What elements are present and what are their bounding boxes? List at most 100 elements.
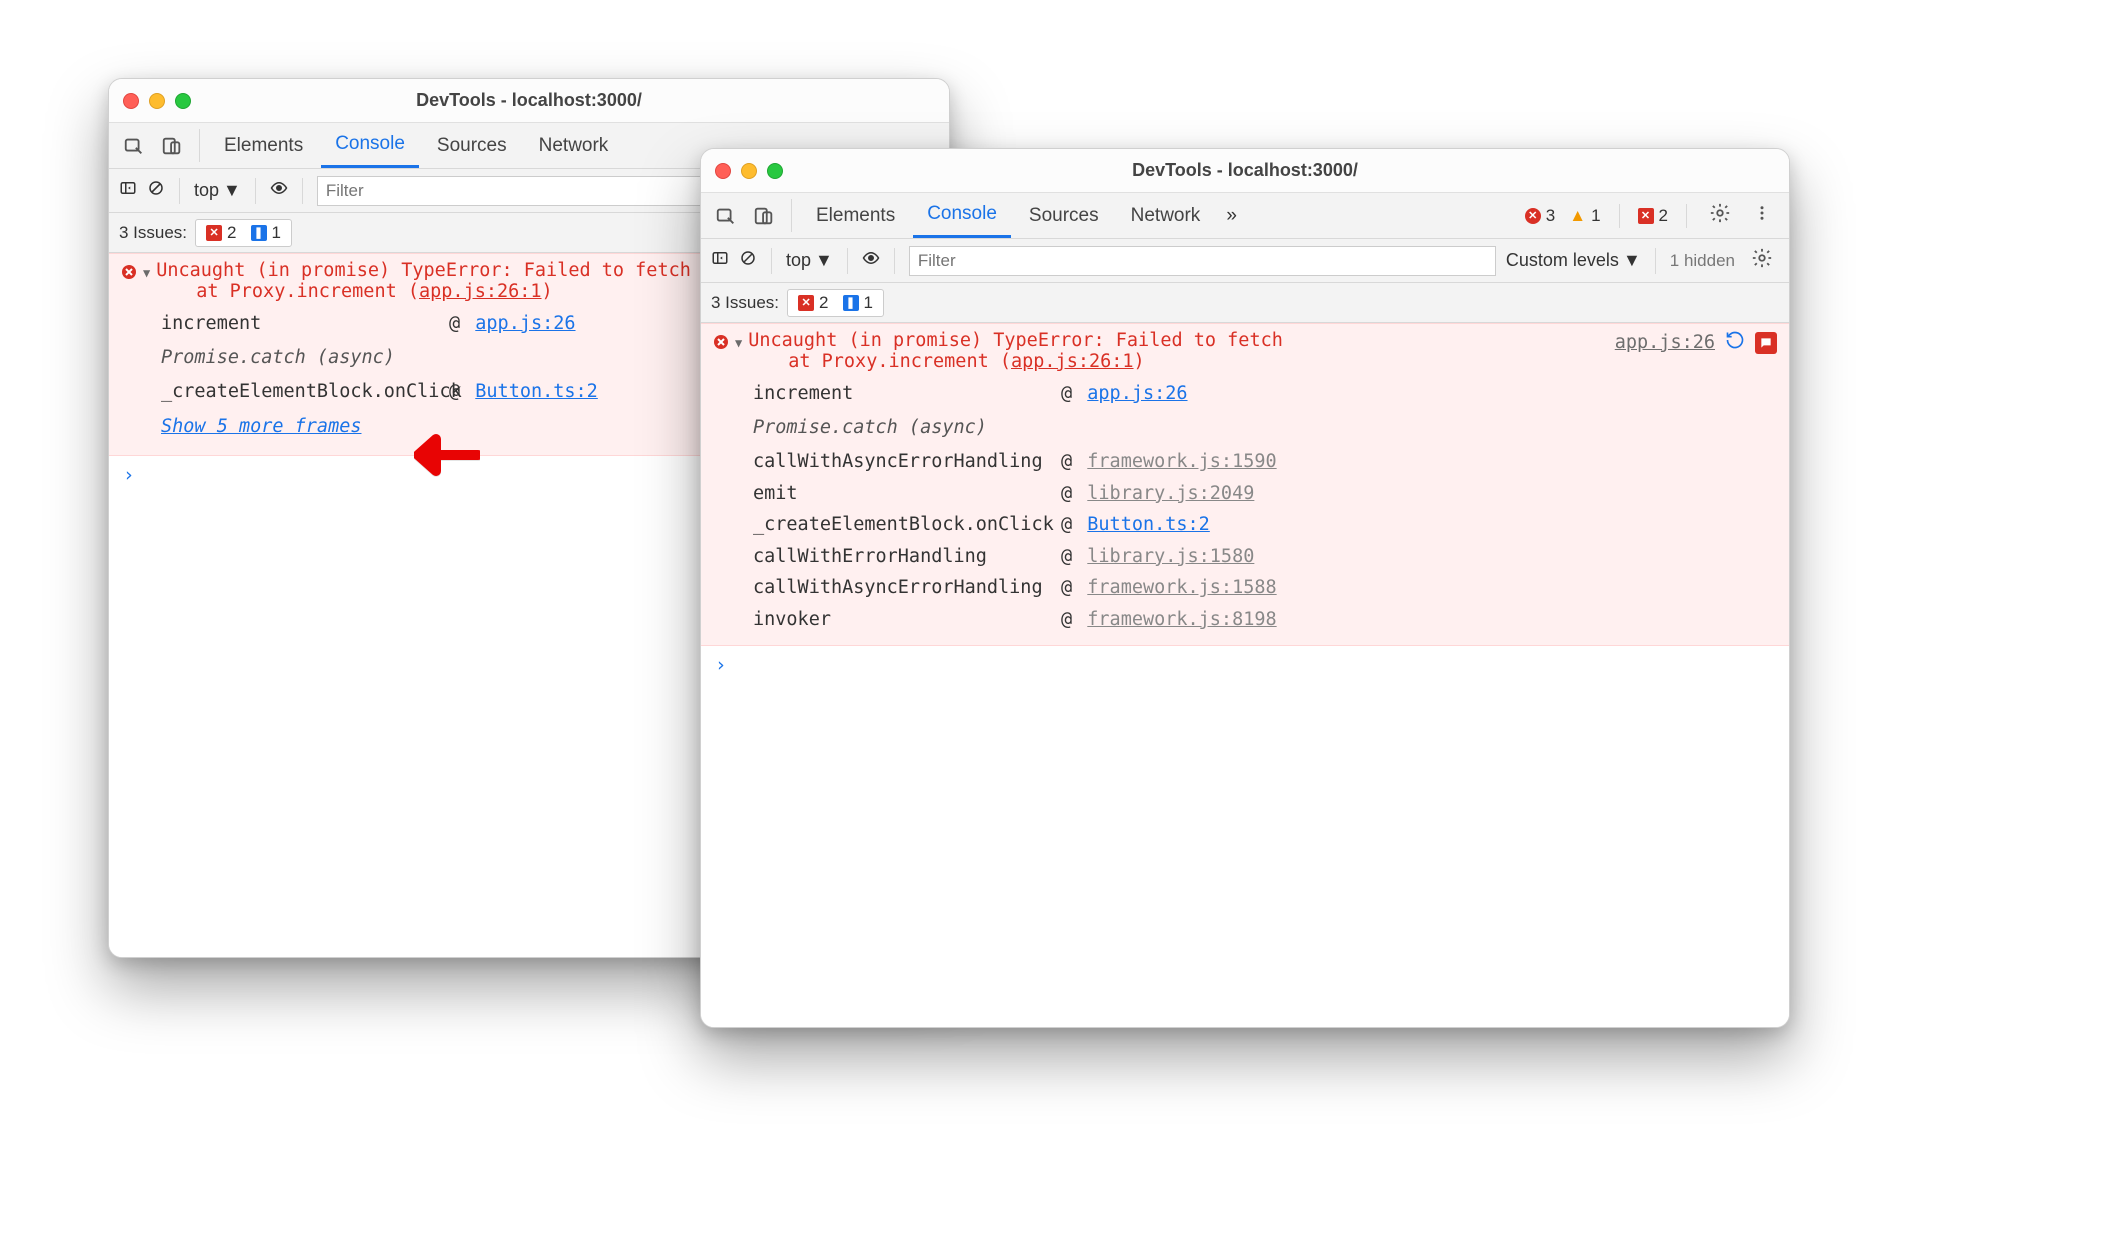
zoom-window-button[interactable] bbox=[175, 93, 191, 109]
issues-info: 1 bbox=[272, 223, 281, 243]
console-settings-icon[interactable] bbox=[1745, 247, 1779, 274]
stack-frame-fn: invoker bbox=[753, 604, 1053, 635]
window-title: DevTools - localhost:3000/ bbox=[109, 90, 949, 111]
console-output: ▼ Uncaught (in promise) TypeError: Faile… bbox=[701, 323, 1789, 1027]
log-levels-selector[interactable]: Custom levels ▼ bbox=[1506, 250, 1641, 271]
info-badge-icon: ❚ bbox=[251, 225, 267, 241]
tab-sources[interactable]: Sources bbox=[423, 123, 521, 168]
stack-frame-loc: @ library.js:2049 bbox=[1061, 478, 1777, 509]
stack-frame-fn: callWithErrorHandling bbox=[753, 541, 1053, 572]
info-badge-icon: ❚ bbox=[843, 295, 859, 311]
titlebar: DevTools - localhost:3000/ bbox=[109, 79, 949, 123]
stack-frame: _createElementBlock.onClick@ Button.ts:2 bbox=[753, 509, 1777, 540]
filter-input[interactable] bbox=[909, 246, 1496, 276]
disclosure-triangle[interactable]: ▼ bbox=[143, 266, 150, 280]
source-link[interactable]: app.js:26 bbox=[1087, 383, 1187, 404]
disclosure-triangle[interactable]: ▼ bbox=[735, 336, 742, 350]
stack-frame: increment @ app.js:26 bbox=[753, 378, 1777, 409]
panel-tabs: Elements Console Sources Network » ✕3 ▲1… bbox=[701, 193, 1789, 239]
console-toolbar: top ▼ Custom levels ▼ 1 hidden bbox=[701, 239, 1789, 283]
stack-frame: callWithAsyncErrorHandling@ framework.js… bbox=[753, 446, 1777, 477]
error-at-loc[interactable]: app.js:26:1 bbox=[1011, 351, 1134, 372]
feedback-icon[interactable] bbox=[1755, 332, 1777, 354]
device-toggle-icon[interactable] bbox=[155, 123, 189, 168]
stack-frame-loc: @ app.js:26 bbox=[1061, 378, 1777, 409]
error-circle-icon: ✕ bbox=[1525, 208, 1541, 224]
reload-icon[interactable] bbox=[1725, 330, 1745, 355]
console-prompt[interactable]: › bbox=[701, 646, 1789, 684]
issues-bar: 3 Issues: ✕2 ❚1 bbox=[701, 283, 1789, 323]
window-controls bbox=[123, 93, 191, 109]
stack-frame-fn: _createElementBlock.onClick bbox=[161, 376, 441, 407]
errors-badge[interactable]: ✕3 bbox=[1523, 205, 1557, 227]
stack-frame-fn: increment bbox=[753, 378, 1053, 409]
context-selector[interactable]: top ▼ bbox=[194, 180, 241, 201]
issues-badge[interactable]: ✕2 bbox=[1636, 205, 1670, 227]
async-boundary: Promise.catch (async) bbox=[753, 409, 1777, 446]
inspect-icon[interactable] bbox=[117, 123, 151, 168]
source-link[interactable]: framework.js:1588 bbox=[1087, 577, 1276, 598]
error-at-line: at Proxy.increment (app.js:26:1) bbox=[156, 281, 691, 302]
chevron-down-icon: ▼ bbox=[815, 250, 833, 271]
stack-frame-fn: callWithAsyncErrorHandling bbox=[753, 446, 1053, 477]
tab-elements[interactable]: Elements bbox=[210, 123, 317, 168]
tab-elements[interactable]: Elements bbox=[802, 193, 909, 238]
show-more-frames-link[interactable]: Show 5 more frames bbox=[121, 408, 361, 445]
error-badge-icon: ✕ bbox=[1638, 208, 1654, 224]
source-link[interactable]: framework.js:8198 bbox=[1087, 609, 1276, 630]
stack-frame-loc: @ framework.js:8198 bbox=[1061, 604, 1777, 635]
tab-network[interactable]: Network bbox=[525, 123, 623, 168]
source-link[interactable]: framework.js:1590 bbox=[1087, 451, 1276, 472]
hidden-count[interactable]: 1 hidden bbox=[1670, 251, 1735, 271]
chevron-down-icon: ▼ bbox=[223, 180, 241, 201]
tab-console[interactable]: Console bbox=[913, 193, 1011, 238]
error-badge-icon: ✕ bbox=[798, 295, 814, 311]
stack-frame: invoker @ framework.js:8198 bbox=[753, 604, 1777, 635]
warnings-badge[interactable]: ▲1 bbox=[1567, 205, 1602, 227]
context-label: top bbox=[194, 180, 219, 201]
toggle-sidebar-icon[interactable] bbox=[119, 179, 137, 202]
more-tabs-button[interactable]: » bbox=[1218, 193, 1245, 238]
toggle-sidebar-icon[interactable] bbox=[711, 249, 729, 272]
source-link[interactable]: app.js:26 bbox=[475, 313, 575, 334]
tab-network[interactable]: Network bbox=[1117, 193, 1215, 238]
live-expression-icon[interactable] bbox=[270, 179, 288, 203]
context-label: top bbox=[786, 250, 811, 271]
issues-counter[interactable]: ✕2 ❚1 bbox=[195, 219, 292, 247]
error-icon bbox=[121, 264, 137, 284]
issues-counter[interactable]: ✕2 ❚1 bbox=[787, 289, 884, 317]
minimize-window-button[interactable] bbox=[149, 93, 165, 109]
window-title: DevTools - localhost:3000/ bbox=[701, 160, 1789, 181]
stack-frame: callWithAsyncErrorHandling@ framework.js… bbox=[753, 572, 1777, 603]
error-at-line: at Proxy.increment (app.js:26:1) bbox=[748, 351, 1283, 372]
source-link[interactable]: Button.ts:2 bbox=[475, 381, 598, 402]
context-selector[interactable]: top ▼ bbox=[786, 250, 833, 271]
kebab-icon[interactable] bbox=[1747, 204, 1777, 228]
close-window-button[interactable] bbox=[715, 163, 731, 179]
source-link[interactable]: Button.ts:2 bbox=[1087, 514, 1210, 535]
zoom-window-button[interactable] bbox=[767, 163, 783, 179]
error-message: Uncaught (in promise) TypeError: Failed … bbox=[748, 330, 1283, 351]
stack-frame-loc: @ Button.ts:2 bbox=[1061, 509, 1777, 540]
minimize-window-button[interactable] bbox=[741, 163, 757, 179]
live-expression-icon[interactable] bbox=[862, 249, 880, 273]
error-entry: ▼ Uncaught (in promise) TypeError: Faile… bbox=[701, 323, 1789, 646]
source-link[interactable]: library.js:1580 bbox=[1087, 546, 1254, 567]
clear-console-icon[interactable] bbox=[147, 179, 165, 202]
error-at-loc[interactable]: app.js:26:1 bbox=[419, 281, 542, 302]
close-window-button[interactable] bbox=[123, 93, 139, 109]
stack-frame-loc: @ framework.js:1588 bbox=[1061, 572, 1777, 603]
gear-icon[interactable] bbox=[1703, 202, 1737, 230]
error-badge-icon: ✕ bbox=[206, 225, 222, 241]
device-toggle-icon[interactable] bbox=[747, 193, 781, 238]
stack-trace: increment @ app.js:26Promise.catch (async… bbox=[713, 378, 1777, 635]
clear-console-icon[interactable] bbox=[739, 249, 757, 272]
source-link[interactable]: library.js:2049 bbox=[1087, 483, 1254, 504]
stack-frame-loc: @ library.js:1580 bbox=[1061, 541, 1777, 572]
error-source-link[interactable]: app.js:26 bbox=[1615, 332, 1715, 353]
tab-sources[interactable]: Sources bbox=[1015, 193, 1113, 238]
tab-console[interactable]: Console bbox=[321, 123, 419, 168]
stack-frame-fn: emit bbox=[753, 478, 1053, 509]
inspect-icon[interactable] bbox=[709, 193, 743, 238]
devtools-window-expanded: DevTools - localhost:3000/ Elements Cons… bbox=[700, 148, 1790, 1028]
